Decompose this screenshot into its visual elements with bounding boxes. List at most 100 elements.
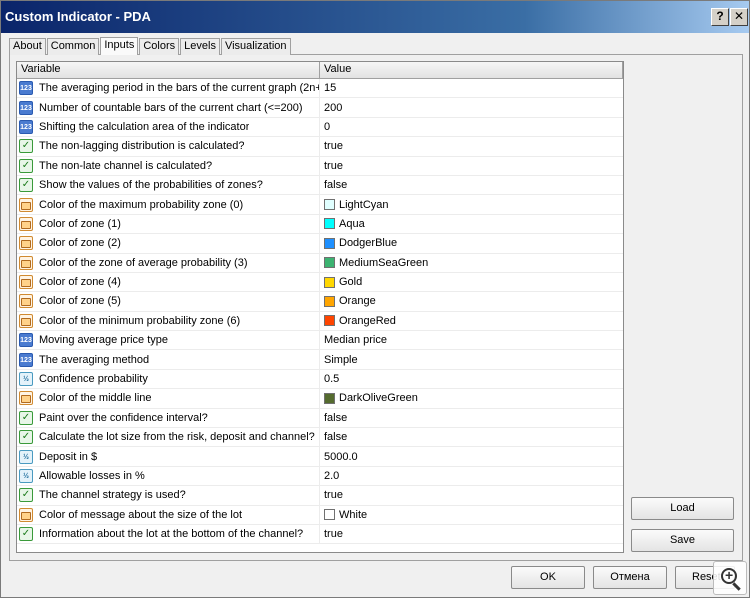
value-cell[interactable]: MediumSeaGreen bbox=[320, 254, 623, 272]
cancel-button[interactable]: Отмена bbox=[593, 566, 667, 589]
custom-indicator-dialog: Custom Indicator - PDA ? ✕ About Common In… bbox=[0, 0, 750, 598]
variable-label: Color of the maximum probability zone (0… bbox=[39, 198, 244, 211]
color-swatch bbox=[324, 257, 335, 269]
table-row[interactable]: ½ Deposit in $ 5000.0 bbox=[17, 447, 623, 467]
variable-label: The averaging method bbox=[39, 353, 150, 366]
table-row[interactable]: Color of message about the size of the l… bbox=[17, 505, 623, 525]
tab-levels[interactable]: Levels bbox=[180, 38, 220, 55]
variable-cell: Color of zone (5) bbox=[17, 292, 320, 311]
variable-cell: ✓ Show the values of the probabilities of… bbox=[17, 175, 320, 195]
variable-label: Color of message about the size of the l… bbox=[39, 508, 243, 521]
value-cell[interactable]: 15 bbox=[320, 79, 623, 97]
bool-icon: ✓ bbox=[19, 430, 33, 445]
table-row[interactable]: ✓ Calculate the lot size from the risk, d… bbox=[17, 428, 623, 448]
column-header-variable[interactable]: Variable bbox=[17, 62, 320, 78]
table-row[interactable]: ✓ The non-late channel is calculated? true bbox=[17, 156, 623, 176]
value-cell[interactable]: LightCyan bbox=[320, 195, 623, 213]
variable-label: Color of zone (1) bbox=[39, 217, 121, 230]
value-cell[interactable]: DodgerBlue bbox=[320, 234, 623, 252]
variable-label: Moving average price type bbox=[39, 334, 169, 347]
value-cell[interactable]: 5000.0 bbox=[320, 447, 623, 465]
grid-header: Variable Value bbox=[17, 62, 623, 79]
variable-label: Color of the middle line bbox=[39, 392, 152, 405]
table-row[interactable]: ✓ The channel strategy is used? true bbox=[17, 486, 623, 506]
variable-cell: Color of zone (2) bbox=[17, 234, 320, 253]
tab-colors[interactable]: Colors bbox=[139, 38, 180, 55]
help-button[interactable]: ? bbox=[711, 8, 729, 26]
bool-icon: ✓ bbox=[19, 488, 33, 503]
variable-cell: 123 Shifting the calculation area of the … bbox=[17, 117, 320, 137]
tab-common[interactable]: Common bbox=[46, 38, 100, 55]
table-row[interactable]: 123 The averaging method Simple bbox=[17, 350, 623, 370]
table-row[interactable]: Color of the minimum probability zone (6… bbox=[17, 311, 623, 332]
load-button[interactable]: Load bbox=[631, 497, 734, 520]
variable-cell: Color of the minimum probability zone (6… bbox=[17, 311, 320, 331]
value-cell[interactable]: true bbox=[320, 525, 623, 543]
table-row[interactable]: ½ Allowable losses in % 2.0 bbox=[17, 466, 623, 487]
value-cell[interactable]: false bbox=[320, 428, 623, 446]
value-cell[interactable]: White bbox=[320, 506, 623, 524]
enum-icon: 123 bbox=[19, 333, 33, 348]
value-cell[interactable]: false bbox=[320, 176, 623, 194]
variable-cell: ✓ The non-late channel is calculated? bbox=[17, 156, 320, 175]
table-row[interactable]: ✓ The non-lagging distribution is calcula… bbox=[17, 137, 623, 157]
value-cell[interactable]: Simple bbox=[320, 350, 623, 368]
variable-cell: ½ Confidence probability bbox=[17, 369, 320, 389]
value-cell[interactable]: 200 bbox=[320, 98, 623, 116]
table-row[interactable]: 123 Shifting the calculation area of the … bbox=[17, 117, 623, 138]
table-row[interactable]: Color of zone (5) Orange bbox=[17, 292, 623, 312]
table-row[interactable]: ✓ Paint over the confidence interval? fals… bbox=[17, 408, 623, 429]
table-row[interactable]: Color of zone (1) Aqua bbox=[17, 214, 623, 235]
bool-icon: ✓ bbox=[19, 178, 33, 193]
ok-button[interactable]: OK bbox=[511, 566, 585, 589]
magnifier-handle bbox=[732, 582, 741, 591]
variable-cell: ✓ Information about the lot at the bottom… bbox=[17, 524, 320, 544]
save-button[interactable]: Save bbox=[631, 529, 734, 552]
table-row[interactable]: 123 Moving average price type Median price bbox=[17, 331, 623, 351]
table-row[interactable]: ✓ Show the values of the probabilities of… bbox=[17, 175, 623, 196]
table-row[interactable]: 123 Number of countable bars of the curre… bbox=[17, 98, 623, 118]
double-icon: ½ bbox=[19, 469, 33, 483]
value-cell[interactable]: OrangeRed bbox=[320, 312, 623, 330]
value-cell[interactable]: Gold bbox=[320, 273, 623, 291]
int-icon: 123 bbox=[19, 119, 33, 134]
table-row[interactable]: Color of the middle line DarkOliveGreen bbox=[17, 389, 623, 409]
value-cell[interactable]: 2.0 bbox=[320, 467, 623, 485]
value-cell[interactable]: false bbox=[320, 409, 623, 427]
int-icon: 123 bbox=[19, 100, 33, 115]
value-cell[interactable]: true bbox=[320, 157, 623, 175]
zoom-icon[interactable] bbox=[713, 561, 747, 595]
tab-visualization[interactable]: Visualization bbox=[220, 38, 291, 55]
column-header-value[interactable]: Value bbox=[320, 62, 623, 78]
close-button[interactable]: ✕ bbox=[730, 8, 748, 26]
variable-label: Show the values of the probabilities of … bbox=[39, 179, 263, 192]
value-text: White bbox=[339, 508, 368, 521]
value-cell[interactable]: Median price bbox=[320, 331, 623, 349]
value-text: 2.0 bbox=[324, 470, 340, 482]
table-row[interactable]: ½ Confidence probability 0.5 bbox=[17, 369, 623, 390]
tab-about[interactable]: About bbox=[9, 38, 46, 55]
value-cell[interactable]: true bbox=[320, 137, 623, 155]
value-text: Gold bbox=[339, 276, 363, 289]
table-row[interactable]: Color of the maximum probability zone (0… bbox=[17, 195, 623, 215]
value-cell[interactable]: true bbox=[320, 486, 623, 504]
value-text: OrangeRed bbox=[339, 314, 396, 327]
value-cell[interactable]: 0.5 bbox=[320, 370, 623, 388]
table-row[interactable]: Color of zone (4) Gold bbox=[17, 272, 623, 293]
variable-cell: 123 Number of countable bars of the curre… bbox=[17, 98, 320, 117]
table-row[interactable]: Color of the zone of average probability… bbox=[17, 253, 623, 273]
tab-strip: About Common Inputs Colors Levels Visualizati… bbox=[9, 37, 292, 55]
value-cell[interactable]: DarkOliveGreen bbox=[320, 389, 623, 407]
table-row[interactable]: Color of zone (2) DodgerBlue bbox=[17, 234, 623, 254]
value-cell[interactable]: Aqua bbox=[320, 215, 623, 233]
tab-inputs[interactable]: Inputs bbox=[100, 37, 139, 55]
table-row[interactable]: 123 The averaging period in the bars of t… bbox=[17, 79, 623, 99]
variable-cell: ✓ The non-lagging distribution is calcula… bbox=[17, 137, 320, 156]
table-row[interactable]: ✓ Information about the lot at the bottom… bbox=[17, 524, 623, 545]
color-swatch bbox=[324, 509, 335, 521]
value-cell[interactable]: Orange bbox=[320, 292, 623, 310]
color-icon bbox=[19, 255, 33, 270]
value-text: false bbox=[324, 431, 348, 444]
value-cell[interactable]: 0 bbox=[320, 118, 623, 136]
variable-cell: Color of the zone of average probability… bbox=[17, 253, 320, 272]
